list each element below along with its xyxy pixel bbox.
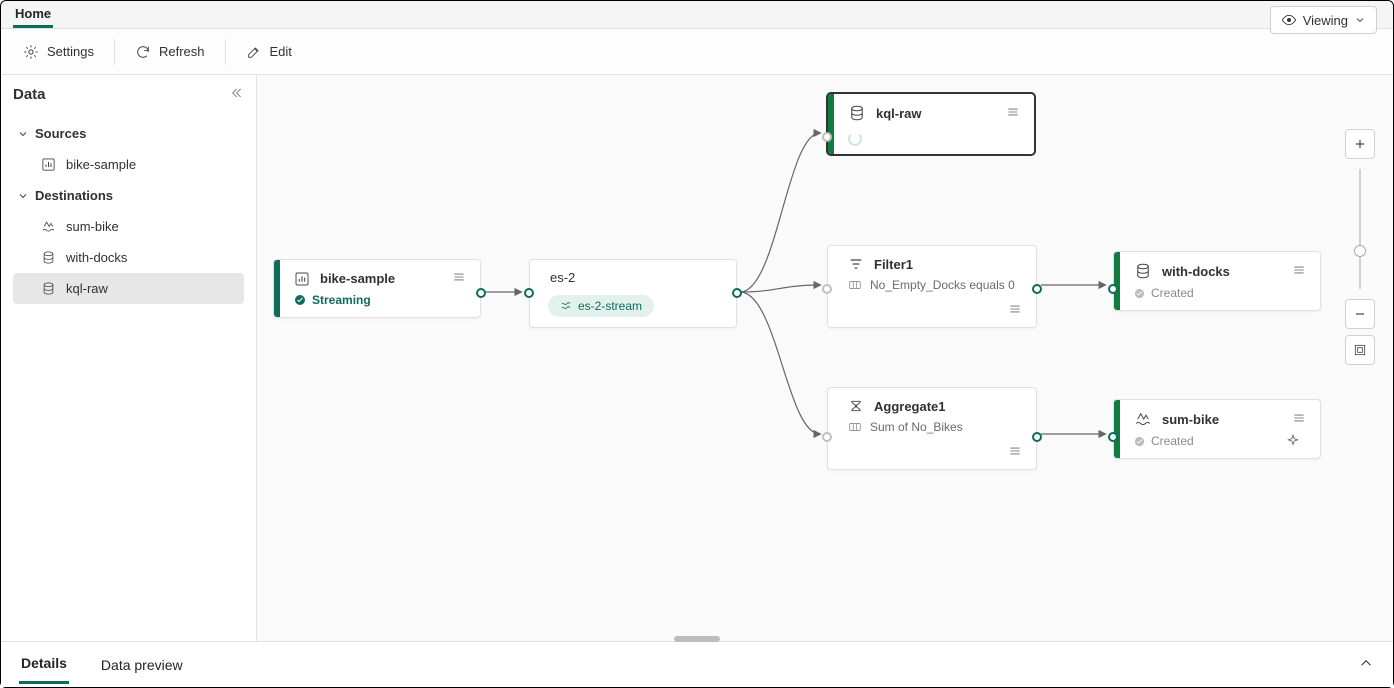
database-icon bbox=[41, 250, 56, 265]
database-icon bbox=[41, 281, 56, 296]
node-menu-icon[interactable] bbox=[452, 270, 466, 287]
refresh-label: Refresh bbox=[159, 44, 205, 59]
node-title: Aggregate1 bbox=[874, 399, 946, 414]
status-created: Created bbox=[1134, 286, 1194, 300]
database-icon bbox=[848, 104, 866, 122]
chevron-down-icon bbox=[17, 128, 29, 140]
node-aggregate1[interactable]: Aggregate1 Sum of No_Bikes bbox=[827, 387, 1037, 470]
collapse-sidebar-button[interactable] bbox=[228, 85, 244, 104]
node-detail: No_Empty_Docks equals 0 bbox=[870, 278, 1015, 292]
database-icon bbox=[1134, 262, 1152, 280]
flow-canvas[interactable]: bike-sample Streaming es-2 bbox=[257, 75, 1393, 641]
node-es-2[interactable]: es-2 es-2-stream bbox=[529, 259, 737, 328]
sidebar-section-destinations[interactable]: Destinations bbox=[13, 180, 244, 211]
gear-icon bbox=[23, 44, 39, 60]
node-title: Filter1 bbox=[874, 257, 913, 272]
panel-drag-handle[interactable] bbox=[674, 636, 720, 642]
settings-label: Settings bbox=[47, 44, 94, 59]
settings-button[interactable]: Settings bbox=[13, 38, 104, 66]
node-title: with-docks bbox=[1162, 264, 1230, 279]
app-window: Home Viewing Settings Refresh bbox=[0, 0, 1394, 688]
sidebar-item-bike-sample[interactable]: bike-sample bbox=[13, 149, 244, 180]
sidebar-item-with-docks[interactable]: with-docks bbox=[13, 242, 244, 273]
tabbar: Home Viewing bbox=[1, 1, 1393, 29]
toolbar: Settings Refresh Edit bbox=[1, 29, 1393, 75]
status-streaming: Streaming bbox=[294, 293, 371, 307]
sidebar-sources-label: Sources bbox=[35, 126, 86, 141]
refresh-icon bbox=[135, 44, 151, 60]
column-icon bbox=[848, 420, 862, 434]
sidebar-destinations-label: Destinations bbox=[35, 188, 113, 203]
node-with-docks[interactable]: with-docks Created bbox=[1113, 251, 1321, 311]
eye-icon bbox=[1281, 12, 1297, 28]
sidebar-item-kql-raw[interactable]: kql-raw bbox=[13, 273, 244, 304]
toolbar-divider bbox=[114, 39, 115, 65]
node-menu-icon[interactable] bbox=[1008, 446, 1022, 461]
tab-home[interactable]: Home bbox=[13, 0, 53, 28]
stream-tag: es-2-stream bbox=[548, 295, 654, 317]
zoom-in-button[interactable] bbox=[1345, 129, 1375, 159]
zoom-control bbox=[1345, 129, 1375, 365]
zoom-handle[interactable] bbox=[1354, 245, 1366, 257]
node-menu-icon[interactable] bbox=[1292, 263, 1306, 280]
expand-panel-button[interactable] bbox=[1357, 654, 1375, 675]
node-detail: Sum of No_Bikes bbox=[870, 420, 963, 434]
edit-icon bbox=[246, 44, 262, 60]
node-filter1[interactable]: Filter1 No_Empty_Docks equals 0 bbox=[827, 245, 1037, 328]
node-title: bike-sample bbox=[320, 271, 395, 286]
sidebar-section-sources[interactable]: Sources bbox=[13, 118, 244, 149]
node-bike-sample[interactable]: bike-sample Streaming bbox=[273, 259, 481, 318]
sidebar-item-label: sum-bike bbox=[66, 219, 119, 234]
edit-label: Edit bbox=[270, 44, 292, 59]
flow-links bbox=[257, 75, 1393, 641]
sidebar-item-label: bike-sample bbox=[66, 157, 136, 172]
bottom-panel: Details Data preview bbox=[1, 641, 1393, 687]
node-menu-icon[interactable] bbox=[1292, 411, 1306, 428]
sidebar-item-label: with-docks bbox=[66, 250, 127, 265]
lake-icon bbox=[1134, 410, 1152, 428]
chart-icon bbox=[41, 157, 56, 172]
sidebar-item-sum-bike[interactable]: sum-bike bbox=[13, 211, 244, 242]
node-title: kql-raw bbox=[876, 106, 922, 121]
fit-view-button[interactable] bbox=[1345, 335, 1375, 365]
tab-data-preview[interactable]: Data preview bbox=[99, 647, 185, 683]
node-menu-icon[interactable] bbox=[1008, 304, 1022, 319]
node-title: sum-bike bbox=[1162, 412, 1219, 427]
status-created: Created bbox=[1134, 434, 1194, 448]
sigma-icon bbox=[848, 398, 864, 414]
node-menu-icon[interactable] bbox=[1006, 105, 1020, 122]
toolbar-divider bbox=[225, 39, 226, 65]
main-body: Data Sources bike-sample bbox=[1, 75, 1393, 641]
sidebar-item-label: kql-raw bbox=[66, 281, 108, 296]
node-title: es-2 bbox=[550, 270, 575, 285]
lake-icon bbox=[41, 219, 56, 234]
edit-button[interactable]: Edit bbox=[236, 38, 302, 66]
refresh-button[interactable]: Refresh bbox=[125, 38, 215, 66]
filter-icon bbox=[848, 256, 864, 272]
zoom-out-button[interactable] bbox=[1345, 299, 1375, 329]
viewing-label: Viewing bbox=[1303, 13, 1348, 28]
column-icon bbox=[848, 278, 862, 292]
loading-spinner bbox=[848, 132, 862, 146]
sidebar: Data Sources bike-sample bbox=[1, 75, 257, 641]
node-kql-raw[interactable]: kql-raw bbox=[827, 93, 1035, 155]
sidebar-title: Data bbox=[13, 86, 46, 103]
chevron-down-icon bbox=[1354, 14, 1366, 26]
viewing-mode-dropdown[interactable]: Viewing bbox=[1270, 6, 1377, 34]
zoom-slider[interactable] bbox=[1359, 169, 1361, 289]
sparkle-icon bbox=[1286, 434, 1300, 448]
tab-details[interactable]: Details bbox=[19, 645, 69, 684]
chart-icon bbox=[294, 271, 310, 287]
chevron-down-icon bbox=[17, 190, 29, 202]
node-sum-bike[interactable]: sum-bike Created bbox=[1113, 399, 1321, 459]
